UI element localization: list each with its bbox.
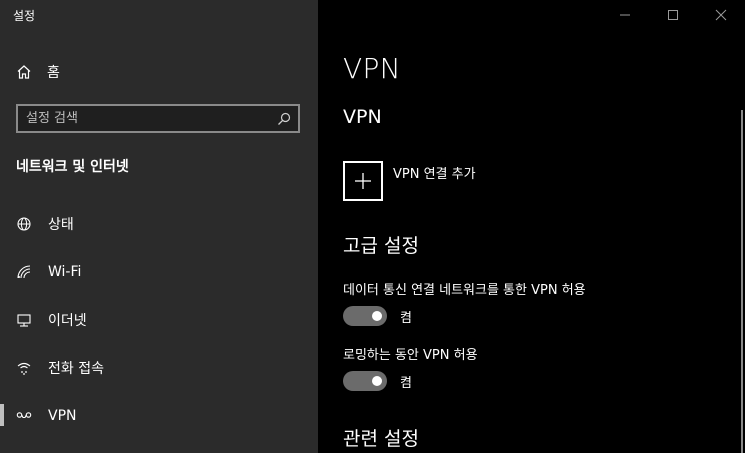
search-icon[interactable] — [276, 111, 292, 127]
sidebar-item-status[interactable]: 상태 — [0, 200, 318, 248]
home-icon — [16, 64, 32, 80]
advanced-settings-heading: 고급 설정 — [343, 235, 419, 257]
related-settings-heading: 관련 설정 — [343, 428, 419, 450]
maximize-icon — [667, 6, 679, 25]
sidebar-item-label: 상태 — [48, 217, 74, 233]
roaming-vpn-toggle[interactable] — [343, 371, 387, 391]
roaming-vpn-toggle-row[interactable]: 켬 — [343, 371, 412, 391]
selection-indicator — [0, 404, 4, 426]
sidebar-item-label: 전화 접속 — [48, 361, 104, 377]
metered-vpn-toggle[interactable] — [343, 306, 387, 326]
home-label: 홈 — [47, 65, 60, 81]
page-title: VPN — [343, 52, 401, 85]
metered-vpn-toggle-row[interactable]: 켬 — [343, 306, 412, 326]
sidebar-item-ethernet[interactable]: 이더넷 — [0, 296, 318, 344]
scrollbar[interactable] — [741, 110, 743, 453]
search-box — [16, 104, 300, 133]
toggle-state-label: 켬 — [400, 375, 412, 391]
close-button[interactable] — [697, 0, 745, 30]
app-title: 설정 — [13, 9, 36, 23]
nav-list: 상태 Wi-Fi 이더넷 전화 접속 VPN — [0, 200, 318, 440]
maximize-button[interactable] — [649, 0, 697, 30]
vpn-icon — [16, 408, 32, 424]
toggle-knob — [372, 376, 382, 386]
sidebar-item-label: VPN — [48, 408, 77, 424]
toggle-state-label: 켬 — [400, 310, 412, 326]
search-input[interactable] — [18, 105, 276, 132]
window-controls — [601, 0, 745, 30]
plus-icon — [343, 161, 383, 201]
section-title: 네트워크 및 인터넷 — [16, 159, 129, 175]
sidebar-item-label: Wi-Fi — [48, 264, 82, 280]
sidebar-item-dialup[interactable]: 전화 접속 — [0, 344, 318, 392]
home-nav-item[interactable]: 홈 — [16, 60, 60, 84]
close-icon — [715, 6, 727, 25]
add-vpn-label: VPN 연결 추가 — [393, 167, 476, 182]
sidebar-item-label: 이더넷 — [48, 313, 87, 329]
sidebar-item-vpn[interactable]: VPN — [0, 392, 318, 440]
sidebar: 설정 홈 네트워크 및 인터넷 — [0, 0, 318, 453]
sidebar-item-wifi[interactable]: Wi-Fi — [0, 248, 318, 296]
wifi-icon — [16, 264, 32, 280]
minimize-icon — [619, 6, 631, 25]
metered-vpn-label: 데이터 통신 연결 네트워크를 통한 VPN 허용 — [343, 283, 586, 298]
roaming-vpn-label: 로밍하는 동안 VPN 허용 — [343, 348, 478, 363]
main-content: VPN VPN VPN 연결 추가 고급 설정 데이터 통신 연결 네트워크를 … — [318, 0, 745, 453]
ethernet-icon — [16, 312, 32, 328]
settings-window: 설정 홈 네트워크 및 인터넷 — [0, 0, 745, 453]
vpn-heading: VPN — [343, 106, 382, 128]
toggle-knob — [372, 311, 382, 321]
globe-status-icon — [16, 216, 32, 232]
dialup-icon — [16, 360, 32, 376]
minimize-button[interactable] — [601, 0, 649, 30]
add-vpn-button[interactable]: VPN 연결 추가 — [343, 161, 476, 201]
